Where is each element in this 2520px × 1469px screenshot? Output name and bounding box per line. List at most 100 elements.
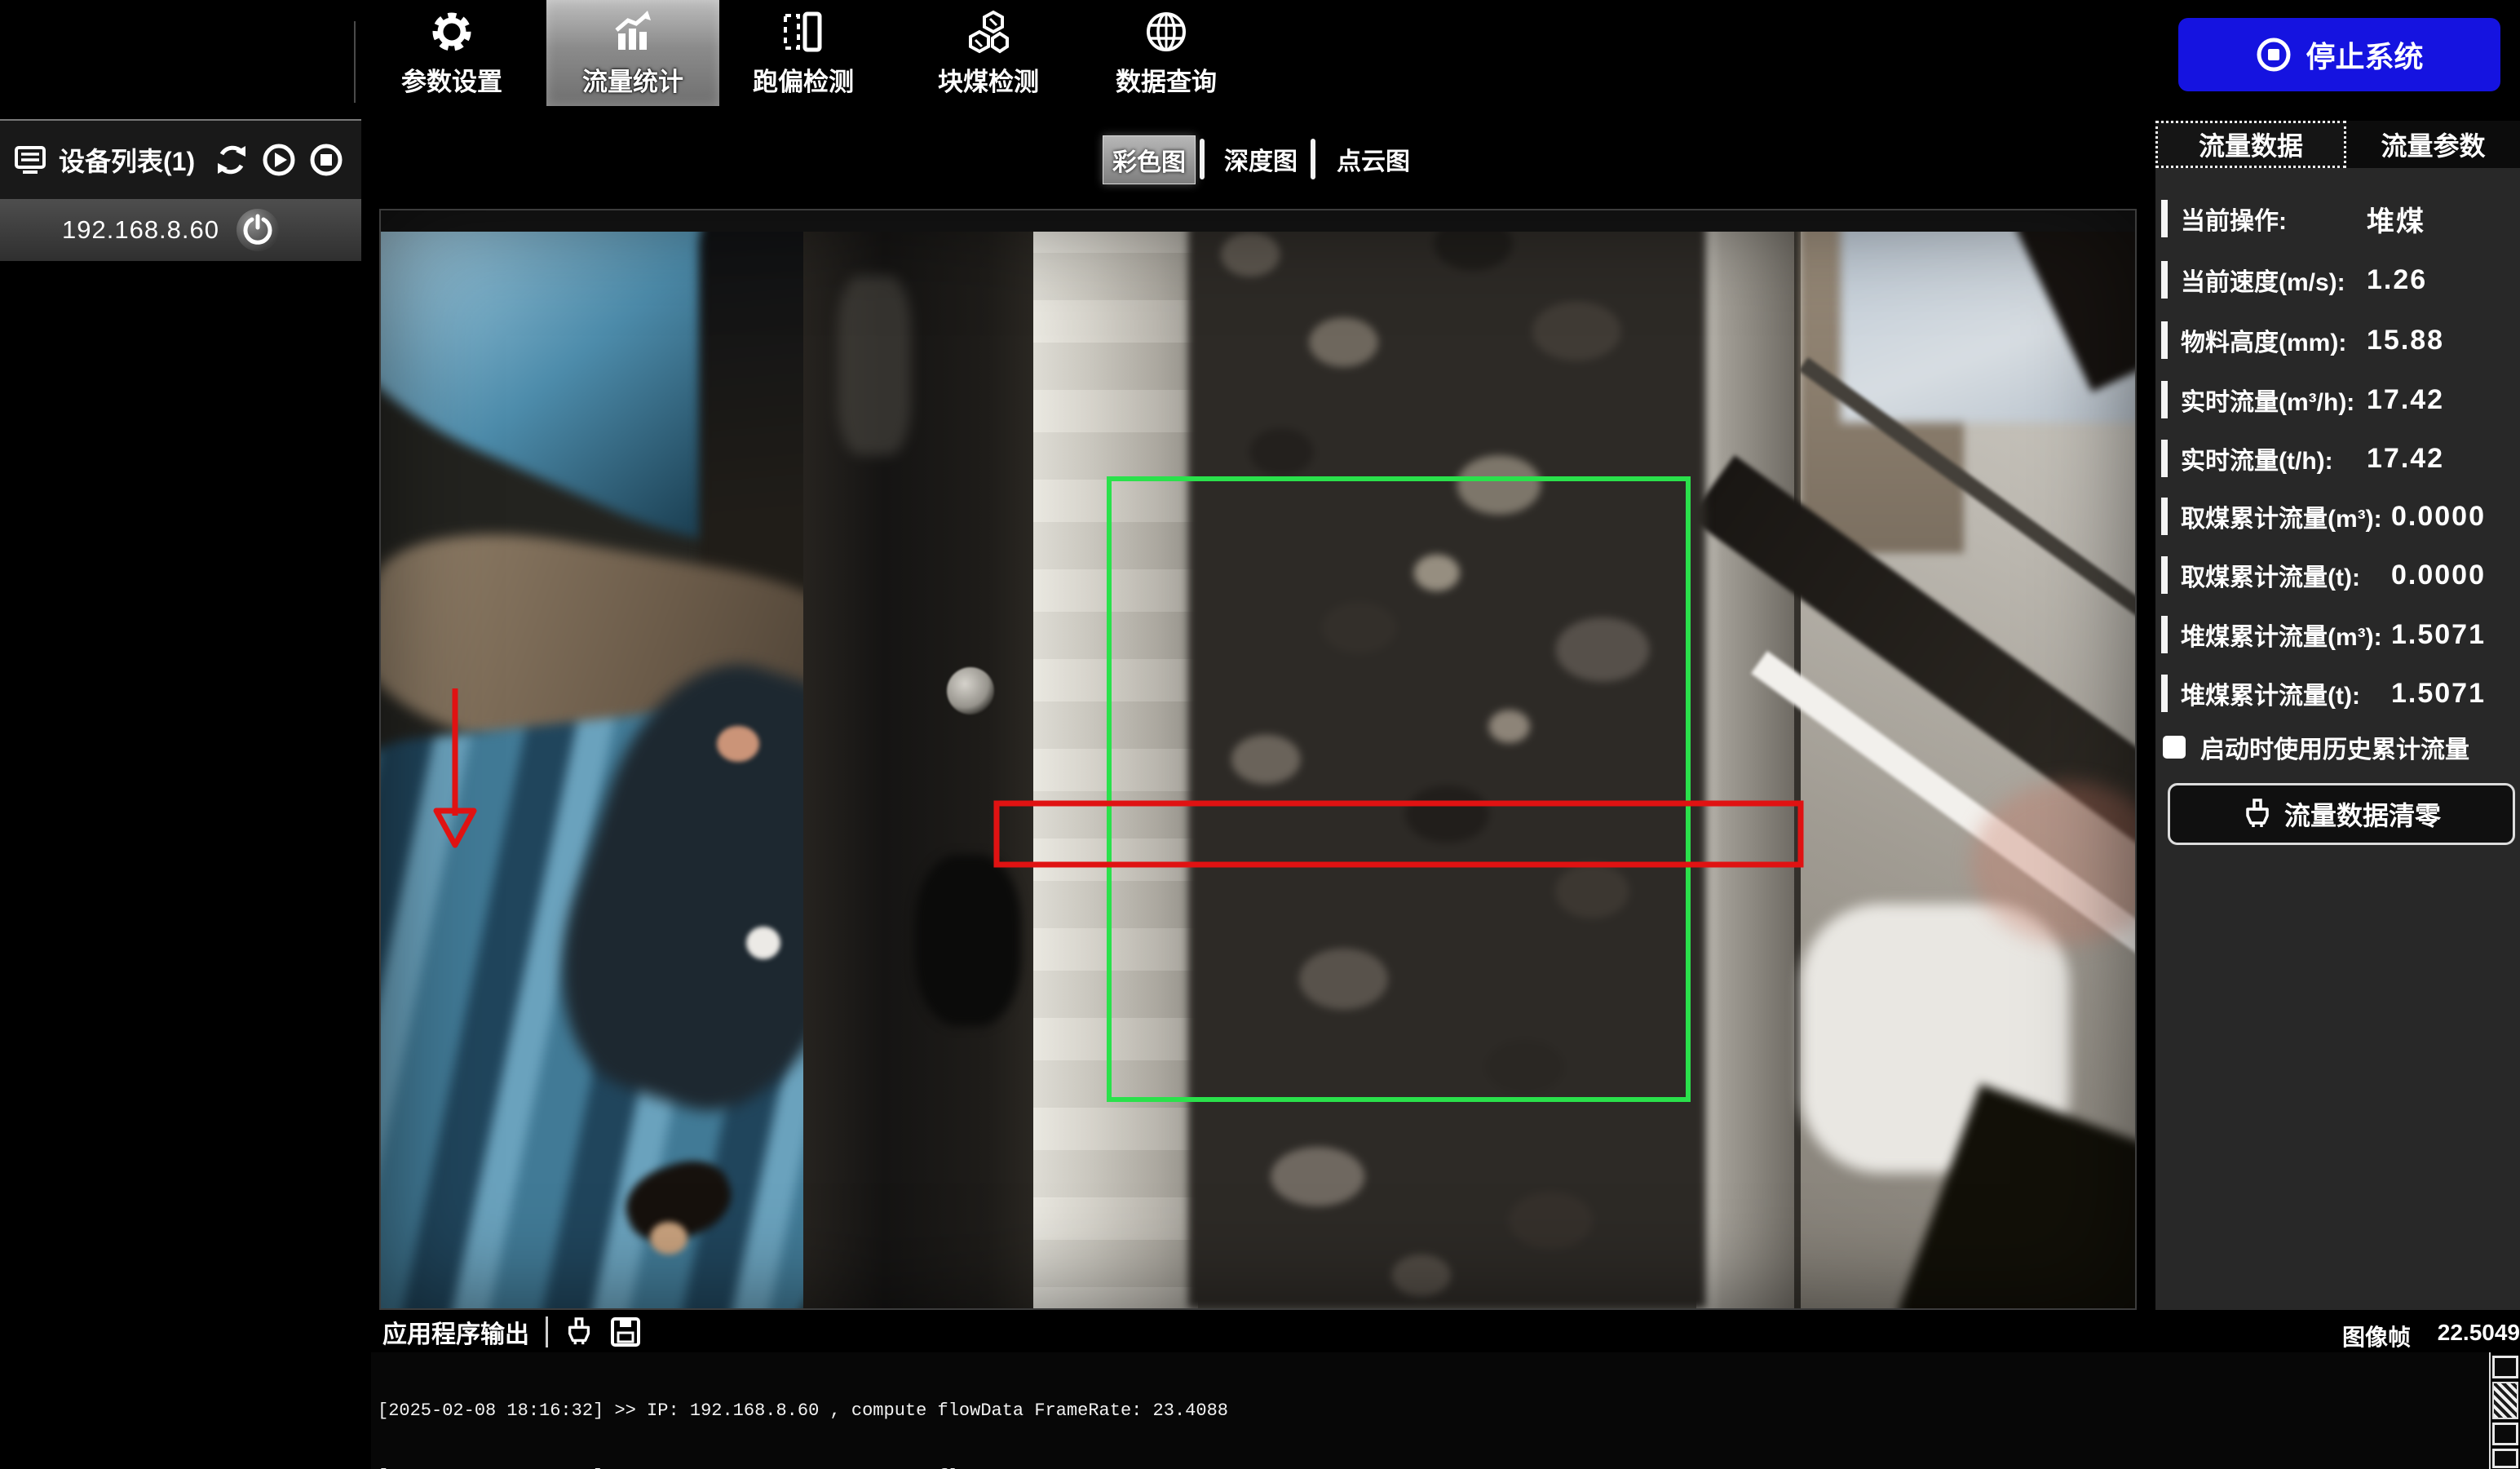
stat-row-take-total-t: 取煤累计流量(t): 0.0000 [2161, 556, 2517, 594]
stat-label: 堆煤累计流量(m³): [2181, 617, 2382, 653]
tab-separator [1200, 139, 1205, 179]
stat-label: 当前操作: [2181, 201, 2287, 237]
stop-system-label: 停止系统 [2306, 33, 2423, 76]
toolbar-item-data-query[interactable]: 数据查询 [1080, 0, 1253, 106]
start-device-button[interactable] [262, 143, 296, 177]
stat-value: 1.5071 [2391, 619, 2486, 651]
device-ip: 192.168.8.60 [62, 215, 219, 245]
toolbar-item-flow-stats[interactable]: 流量统计 [546, 0, 719, 106]
application-output-log: [2025-02-08 18:16:32] >> IP: 192.168.8.6… [371, 1352, 2520, 1469]
stat-value: 0.0000 [2391, 501, 2486, 533]
tab-flow-data[interactable]: 流量数据 [2155, 121, 2346, 168]
clear-flow-data-label: 流量数据清零 [2284, 795, 2441, 833]
flow-measure-line-red [997, 803, 1801, 865]
device-list-icon [13, 143, 47, 177]
toolbar-divider [354, 21, 356, 103]
history-flow-checkbox-label: 启动时使用历史累计流量 [2200, 729, 2469, 765]
app-output-label: 应用程序输出 [382, 1314, 529, 1350]
log-line: [2025-02-08 18:16:32] >> IP: 192.168.8.6… [378, 1400, 2520, 1422]
status-bar: 应用程序输出 [371, 1313, 2520, 1351]
tab-point-cloud[interactable]: 点云图 [1334, 135, 1413, 183]
stat-marker [2161, 616, 2168, 653]
stat-marker [2161, 556, 2168, 594]
coal-lumps-icon [966, 9, 1011, 55]
toolbar-item-label: 跑偏检测 [753, 61, 854, 98]
tab-label: 流量参数 [2381, 126, 2485, 163]
scrollbar-down-button[interactable] [2492, 1423, 2518, 1445]
direction-arrow [436, 688, 474, 845]
stat-label: 实时流量(t/h): [2181, 440, 2333, 476]
camera-view [379, 209, 2137, 1310]
device-list-title: 设备列表(1) [59, 141, 195, 179]
stat-row-material-height: 物料高度(mm): 15.88 [2161, 321, 2517, 359]
stat-row-current-operation: 当前操作: 堆煤 [2161, 200, 2517, 237]
stat-row-realtime-flow-m3: 实时流量(m³/h): 17.42 [2161, 381, 2517, 418]
belt-deviation-icon [780, 9, 826, 55]
stat-row-pile-total-t: 堆煤累计流量(t): 1.5071 [2161, 675, 2517, 712]
power-icon [241, 214, 274, 246]
stop-circle-icon [2255, 36, 2292, 73]
scrollbar-thumb[interactable] [2492, 1382, 2518, 1419]
stat-row-current-speed: 当前速度(m/s): 1.26 [2161, 261, 2517, 299]
history-flow-checkbox[interactable] [2163, 736, 2186, 759]
toolbar-item-label: 参数设置 [401, 61, 502, 98]
stat-marker [2161, 261, 2168, 299]
detection-roi-green [1109, 479, 1688, 1100]
toolbar-item-param-settings[interactable]: 参数设置 [365, 0, 538, 106]
stat-value: 堆煤 [2367, 199, 2425, 239]
stop-device-button[interactable] [309, 143, 343, 177]
toolbar-item-label: 流量统计 [582, 61, 683, 98]
device-list-header: 设备列表(1) [0, 119, 361, 199]
stat-label: 堆煤累计流量(t): [2181, 675, 2360, 711]
stat-value: 17.42 [2367, 443, 2444, 475]
stat-label: 取煤累计流量(t): [2181, 557, 2360, 593]
stat-row-realtime-flow-t: 实时流量(t/h): 17.42 [2161, 440, 2517, 477]
device-row[interactable]: 192.168.8.60 [0, 199, 361, 261]
stat-marker [2161, 200, 2168, 237]
tab-label: 深度图 [1224, 141, 1298, 177]
stat-value: 1.26 [2367, 264, 2427, 296]
brush-icon [2242, 799, 2273, 830]
toolbar-item-label: 数据查询 [1116, 61, 1217, 98]
tab-label: 彩色图 [1112, 142, 1186, 178]
tab-flow-params[interactable]: 流量参数 [2346, 121, 2520, 168]
stat-row-pile-total-m3: 堆煤累计流量(m³): 1.5071 [2161, 616, 2517, 653]
app-window: 参数设置 流量统计 跑偏检测 [0, 0, 2520, 1469]
stat-marker [2161, 675, 2168, 712]
stat-label: 取煤累计流量(m³): [2181, 498, 2382, 534]
refresh-devices-button[interactable] [214, 143, 249, 177]
globe-icon [1143, 9, 1189, 55]
stat-label: 实时流量(m³/h): [2181, 382, 2354, 418]
tab-color-image[interactable]: 彩色图 [1103, 135, 1196, 184]
stat-value: 15.88 [2367, 325, 2444, 356]
tab-label: 点云图 [1337, 141, 1410, 177]
bar-chart-icon [610, 9, 656, 55]
flow-panel [2155, 121, 2520, 1310]
stat-value: 0.0000 [2391, 560, 2486, 591]
stat-value: 17.42 [2367, 384, 2444, 416]
power-button[interactable] [237, 209, 279, 251]
stop-system-button[interactable]: 停止系统 [2178, 18, 2500, 91]
stat-marker [2161, 498, 2168, 535]
scrollbar-corner-button[interactable] [2492, 1449, 2518, 1468]
stat-marker [2161, 381, 2168, 418]
clear-log-button[interactable] [564, 1317, 594, 1347]
toolbar-item-deviation-detect[interactable]: 跑偏检测 [717, 0, 890, 106]
gear-icon [429, 9, 475, 55]
tab-depth-image[interactable]: 深度图 [1222, 135, 1300, 183]
tab-separator [1311, 139, 1315, 179]
stat-label: 物料高度(mm): [2181, 322, 2346, 358]
tab-label: 流量数据 [2199, 126, 2303, 163]
toolbar-item-label: 块煤检测 [938, 61, 1039, 98]
clear-flow-data-button[interactable]: 流量数据清零 [2168, 783, 2515, 845]
log-line: [2025-02-08 18:16:39] >> IP: 192.168.8.6… [378, 1466, 2520, 1469]
stat-marker [2161, 440, 2168, 477]
toolbar-item-coal-block-detect[interactable]: 块煤检测 [902, 0, 1075, 106]
stat-label: 当前速度(m/s): [2181, 262, 2345, 298]
history-flow-checkbox-row: 启动时使用历史累计流量 [2163, 729, 2469, 765]
save-log-button[interactable] [610, 1316, 641, 1347]
scrollbar-up-button[interactable] [2492, 1356, 2518, 1378]
detection-overlays [381, 210, 2135, 1308]
stat-row-take-total-m3: 取煤累计流量(m³): 0.0000 [2161, 498, 2517, 535]
stat-value: 1.5071 [2391, 678, 2486, 710]
